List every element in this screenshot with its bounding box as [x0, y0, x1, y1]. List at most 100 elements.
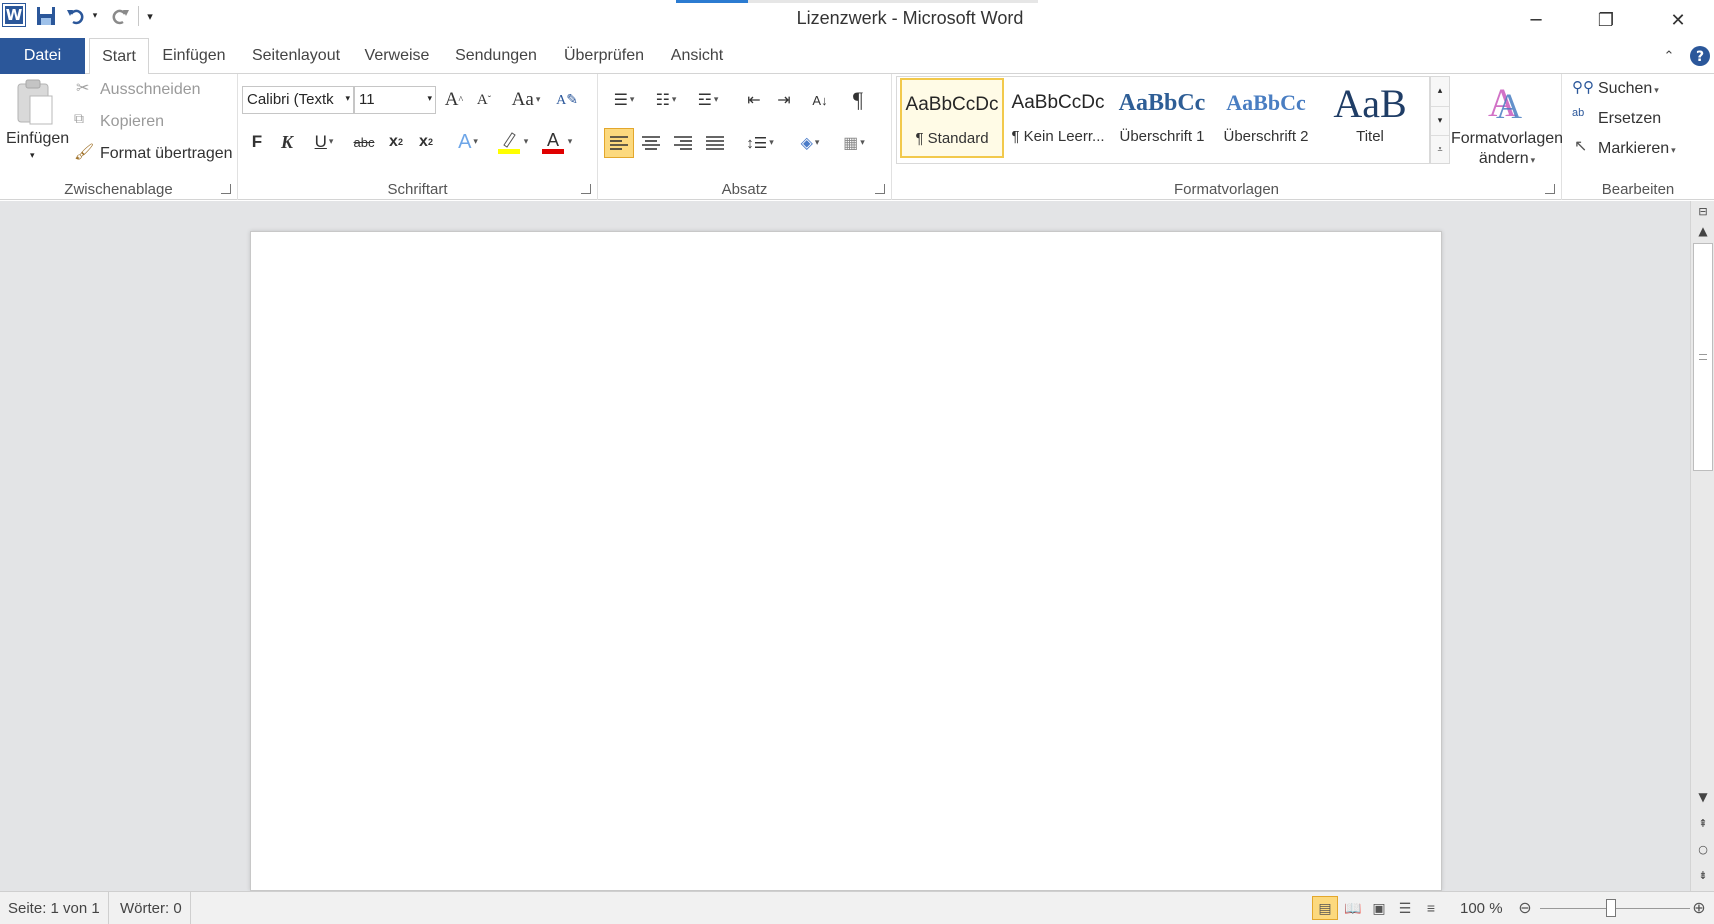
tab-ansicht[interactable]: Ansicht: [664, 38, 730, 74]
style-titel[interactable]: AaB Titel: [1318, 78, 1422, 158]
style-heading-1[interactable]: AaBbCc Überschrift 1: [1110, 78, 1214, 158]
paste-icon[interactable]: [14, 78, 58, 128]
align-center-icon[interactable]: [636, 128, 666, 158]
font-name-input[interactable]: Calibri (Textk ▾: [242, 86, 354, 114]
word-count[interactable]: Wörter: 0: [112, 892, 191, 924]
change-styles-icon[interactable]: AA: [1480, 78, 1530, 126]
minimize-icon[interactable]: ─: [1512, 6, 1560, 34]
close-icon[interactable]: ✕: [1654, 6, 1702, 34]
change-styles-line2-text: ändern: [1478, 150, 1529, 167]
style-kein-leerraum[interactable]: AaBbCcDc ¶ Kein Leerr...: [1006, 78, 1110, 158]
full-screen-reading-icon[interactable]: 📖: [1340, 896, 1366, 920]
zoom-in-icon[interactable]: ⊕: [1686, 896, 1712, 920]
style-standard[interactable]: AaBbCcDc ¶ Standard: [900, 78, 1004, 158]
scroll-thumb[interactable]: [1693, 243, 1713, 471]
group-paragraph: ☰ ▾ ☷ ▾ ☲ ▾ ⇤ ⇥ A↓ ¶ ↕☰ ▾ ◈ ▾ ▦ ▾ Absatz: [598, 74, 892, 200]
zoom-out-icon[interactable]: ⊖: [1512, 896, 1538, 920]
collapse-ribbon-icon[interactable]: ⌃: [1658, 38, 1680, 74]
sort-icon[interactable]: A↓: [806, 86, 834, 114]
replace-button[interactable]: Ersetzen: [1598, 110, 1661, 128]
find-button[interactable]: Suchen ▾: [1598, 80, 1659, 98]
font-name-value: Calibri (Textk: [247, 91, 334, 108]
change-case-button[interactable]: Aa ▾: [506, 86, 546, 114]
align-left-icon[interactable]: [604, 128, 634, 158]
tab-seitenlayout[interactable]: Seitenlayout: [244, 38, 348, 74]
font-size-input[interactable]: 11 ▾: [354, 86, 436, 114]
multilevel-list-button[interactable]: ☲ ▾: [688, 86, 728, 114]
change-styles-button-line2[interactable]: ändern ▾: [1446, 150, 1568, 168]
clear-formatting-icon[interactable]: A✎: [552, 86, 582, 114]
copy-icon: ⧉: [74, 110, 84, 126]
svg-text:?: ?: [1696, 49, 1704, 65]
find-text: Suchen: [1598, 80, 1653, 97]
grow-font-button[interactable]: A ^: [440, 86, 468, 114]
styles-launcher-icon[interactable]: [1545, 184, 1555, 194]
zoom-level[interactable]: 100 %: [1452, 892, 1511, 924]
draft-view-icon[interactable]: ≡: [1418, 896, 1444, 920]
browse-object-icon[interactable]: ○: [1693, 839, 1713, 859]
clipboard-label: Zwischenablage: [64, 181, 173, 198]
subscript-icon: x: [389, 133, 398, 150]
format-painter-button[interactable]: Format übertragen: [100, 145, 233, 163]
increase-indent-icon[interactable]: ⇥: [770, 86, 798, 114]
zoom-slider-thumb[interactable]: [1606, 899, 1616, 917]
align-right-icon[interactable]: [668, 128, 698, 158]
superscript-button[interactable]: x2: [412, 128, 440, 156]
tab-start[interactable]: Start: [89, 38, 149, 75]
change-case-dropdown-icon: ▾: [535, 95, 541, 105]
italic-button[interactable]: K: [276, 128, 298, 156]
scroll-down-icon[interactable]: ▼: [1693, 787, 1713, 807]
change-styles-button[interactable]: Formatvorlagen: [1446, 130, 1568, 148]
borders-button[interactable]: ▦ ▾: [834, 128, 874, 158]
vertical-scrollbar[interactable]: ⊟ ▲ ▼ ⇞ ○ ⇟: [1690, 201, 1714, 891]
previous-page-icon[interactable]: ⇞: [1693, 813, 1713, 833]
select-button[interactable]: Markieren ▾: [1598, 140, 1676, 158]
text-effects-button[interactable]: A ▾: [450, 128, 486, 156]
web-layout-icon[interactable]: ▣: [1366, 896, 1392, 920]
shrink-caret-icon: ˇ: [487, 94, 492, 106]
style-heading-2[interactable]: AaBbCc Überschrift 2: [1214, 78, 1318, 158]
underline-button[interactable]: U ▾: [304, 128, 344, 156]
page-count[interactable]: Seite: 1 von 1: [0, 892, 109, 924]
bold-button[interactable]: F: [246, 128, 268, 156]
paragraph-launcher-icon[interactable]: [875, 184, 885, 194]
cut-button[interactable]: Ausschneiden: [100, 81, 201, 99]
decrease-indent-icon[interactable]: ⇤: [740, 86, 768, 114]
grow-caret-icon: ^: [458, 94, 464, 106]
print-layout-icon[interactable]: ▤: [1312, 896, 1338, 920]
font-name-dropdown-icon[interactable]: ▾: [345, 93, 350, 104]
highlight-button[interactable]: ▾: [492, 128, 532, 156]
strikethrough-button[interactable]: abc: [350, 128, 378, 156]
next-page-icon[interactable]: ⇟: [1693, 865, 1713, 885]
font-color-button[interactable]: A ▾: [536, 128, 576, 156]
clipboard-launcher-icon[interactable]: [221, 184, 231, 194]
tab-einfuegen[interactable]: Einfügen: [154, 38, 234, 74]
help-icon[interactable]: ?: [1688, 38, 1712, 74]
highlighter-icon: [497, 132, 520, 154]
svg-text:A: A: [1496, 86, 1522, 122]
tab-ueberpruefen[interactable]: Überprüfen: [556, 38, 652, 74]
document-page[interactable]: [250, 231, 1442, 891]
tab-datei[interactable]: Datei: [0, 38, 85, 74]
tab-verweise[interactable]: Verweise: [358, 38, 436, 74]
ruler-toggle-icon[interactable]: ⊟: [1693, 201, 1713, 221]
line-spacing-button[interactable]: ↕☰ ▾: [740, 128, 780, 158]
copy-button[interactable]: Kopieren: [100, 113, 164, 131]
outline-view-icon[interactable]: ☰: [1392, 896, 1418, 920]
tab-sendungen[interactable]: Sendungen: [446, 38, 546, 74]
bullets-button[interactable]: ☰ ▾: [604, 86, 644, 114]
scroll-up-icon[interactable]: ▲: [1693, 221, 1713, 241]
paste-button[interactable]: Einfügen: [6, 130, 69, 148]
show-formatting-button[interactable]: ¶: [844, 86, 872, 114]
shading-button[interactable]: ◈ ▾: [790, 128, 830, 158]
font-launcher-icon[interactable]: [581, 184, 591, 194]
paste-dropdown-icon[interactable]: ▾: [30, 150, 35, 161]
font-size-dropdown-icon[interactable]: ▾: [427, 93, 432, 104]
styles-scroll-up-icon[interactable]: ▴: [1431, 77, 1449, 106]
numbering-button[interactable]: ☷ ▾: [646, 86, 686, 114]
shrink-font-button[interactable]: Aˇ: [470, 86, 498, 114]
title-accent: [676, 0, 748, 3]
justify-icon[interactable]: [700, 128, 730, 158]
subscript-button[interactable]: x2: [382, 128, 410, 156]
restore-icon[interactable]: ❐: [1582, 6, 1630, 34]
